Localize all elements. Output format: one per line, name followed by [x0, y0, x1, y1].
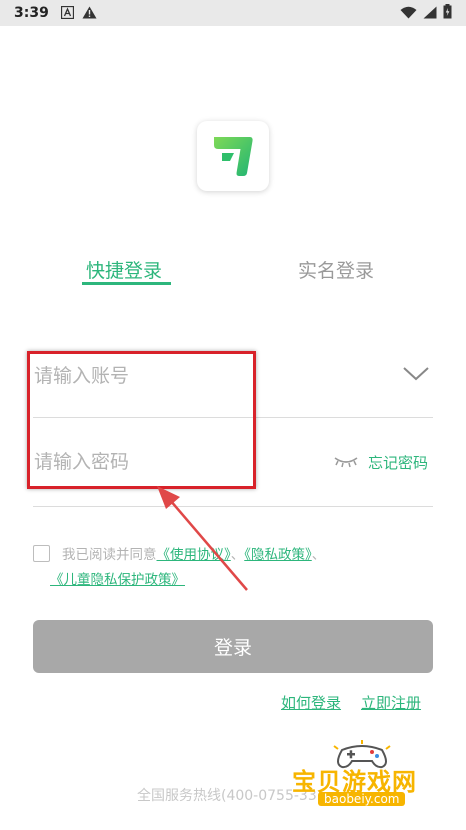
status-bar: 3:39 [0, 0, 466, 26]
battery-icon [443, 3, 452, 23]
chevron-down-icon[interactable] [402, 364, 430, 384]
agreement-checkbox[interactable] [33, 545, 50, 562]
password-divider [33, 506, 433, 507]
app-logo [197, 121, 269, 191]
notification-a-icon [60, 4, 74, 23]
register-link[interactable]: 立即注册 [361, 692, 421, 713]
wifi-icon [400, 4, 417, 23]
warning-icon [82, 4, 97, 23]
agreement-text: 我已阅读并同意《使用协议》、《隐私政策》、 [62, 547, 326, 563]
tab-quick-login[interactable]: 快捷登录 [86, 256, 162, 283]
annotation-highlight-box [27, 351, 256, 489]
app-logo-icon [214, 137, 253, 176]
eye-closed-icon[interactable] [334, 455, 358, 469]
forgot-password-link[interactable]: 忘记密码 [368, 452, 428, 473]
children-privacy-link[interactable]: 《儿童隐私保护政策》 [50, 567, 185, 593]
watermark: 宝贝游戏网 baobeiy.com [292, 740, 438, 810]
signal-icon [423, 4, 437, 23]
user-agreement-link[interactable]: 《使用协议》 [157, 547, 231, 563]
service-hotline: 全国服务热线(400-0755-33 [137, 788, 317, 804]
watermark-url: baobeiy.com [318, 792, 406, 806]
status-time: 3:39 [14, 5, 49, 21]
login-button[interactable]: 登录 [33, 620, 433, 673]
how-to-login-link[interactable]: 如何登录 [281, 692, 341, 713]
privacy-policy-link[interactable]: 《隐私政策》 [244, 547, 312, 563]
tab-active-indicator [82, 282, 171, 285]
tab-real-name-login[interactable]: 实名登录 [298, 256, 374, 283]
